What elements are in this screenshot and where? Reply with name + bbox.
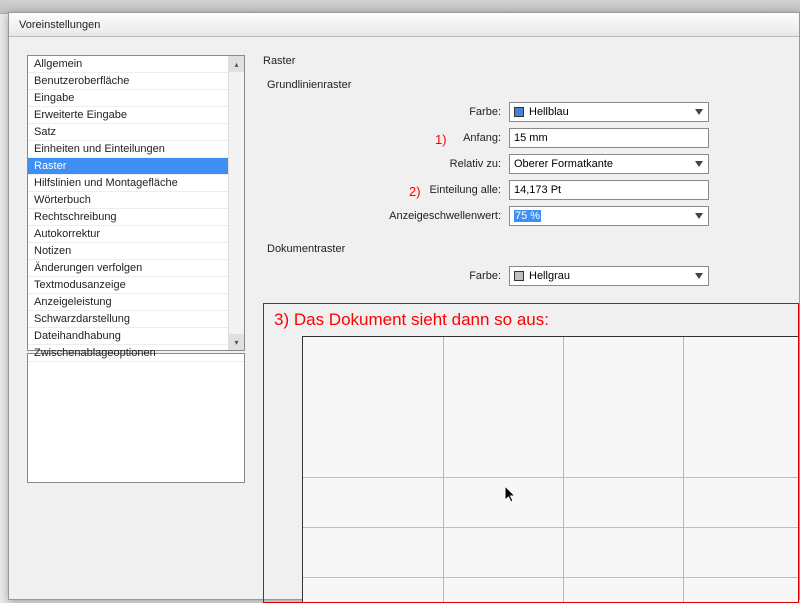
sidebar-item-rechtschreibung[interactable]: Rechtschreibung (28, 209, 244, 226)
sidebar-item-anzeigeleistung[interactable]: Anzeigeleistung (28, 294, 244, 311)
start-label: 1) Anfang: (263, 132, 509, 144)
select-value: 75 % (514, 210, 541, 222)
cursor-icon (505, 486, 519, 507)
baseline-grid-group: Grundlinienraster Farbe: Hellblau 1) Anf… (263, 79, 799, 227)
doc-color-select[interactable]: Hellgrau (509, 266, 709, 286)
main-panel: Raster Grundlinienraster Farbe: Hellblau… (263, 55, 799, 599)
category-list[interactable]: AllgemeinBenutzeroberflächeEingabeErweit… (27, 55, 245, 351)
sidebar-item-eingabe[interactable]: Eingabe (28, 90, 244, 107)
color-label: Farbe: (263, 106, 509, 118)
dialog-titlebar: Voreinstellungen (9, 13, 799, 37)
relative-select[interactable]: Oberer Formatkante (509, 154, 709, 174)
sidebar: AllgemeinBenutzeroberflächeEingabeErweit… (27, 55, 245, 599)
sidebar-item-schwarzdarstellung[interactable]: Schwarzdarstellung (28, 311, 244, 328)
scroll-down-icon[interactable]: ▾ (229, 334, 244, 350)
select-value: Oberer Formatkante (514, 158, 613, 170)
sidebar-item-zwischenablageoptionen[interactable]: Zwischenablageoptionen (28, 345, 244, 362)
sidebar-item-raster[interactable]: Raster (28, 158, 244, 175)
threshold-label: Anzeigeschwellenwert: (263, 210, 509, 222)
sidebar-item-autokorrektur[interactable]: Autokorrektur (28, 226, 244, 243)
baseline-color-select[interactable]: Hellblau (509, 102, 709, 122)
preferences-dialog: Voreinstellungen AllgemeinBenutzeroberfl… (8, 12, 800, 600)
relative-label: Relativ zu: (263, 158, 509, 170)
chevron-down-icon (692, 269, 706, 283)
sidebar-item-satz[interactable]: Satz (28, 124, 244, 141)
document-grid-group: Dokumentraster Farbe: Hellgrau (263, 243, 799, 287)
annotation-2: 2) (409, 184, 421, 199)
select-value: Hellblau (529, 106, 569, 118)
sidebar-item--nderungen-verfolgen[interactable]: Änderungen verfolgen (28, 260, 244, 277)
sidebar-item-erweiterte-eingabe[interactable]: Erweiterte Eingabe (28, 107, 244, 124)
description-box (27, 353, 245, 483)
threshold-select[interactable]: 75 % (509, 206, 709, 226)
sidebar-item-hilfslinien-und-montagefl-che[interactable]: Hilfslinien und Montagefläche (28, 175, 244, 192)
start-input[interactable] (509, 128, 709, 148)
dialog-content: AllgemeinBenutzeroberflächeEingabeErweit… (9, 37, 799, 599)
scroll-up-icon[interactable]: ▴ (229, 56, 244, 72)
sidebar-item-allgemein[interactable]: Allgemein (28, 56, 244, 73)
select-value: Hellgrau (529, 270, 570, 282)
panel-title: Raster (263, 55, 799, 67)
start-field[interactable] (514, 132, 704, 144)
sidebar-item-einheiten-und-einteilungen[interactable]: Einheiten und Einteilungen (28, 141, 244, 158)
chevron-down-icon (692, 209, 706, 223)
baseline-group-label: Grundlinienraster (263, 79, 799, 91)
sidebar-item-w-rterbuch[interactable]: Wörterbuch (28, 192, 244, 209)
color-swatch-icon (514, 107, 524, 117)
document-preview: 3) Das Dokument sieht dann so aus: (263, 303, 799, 603)
dialog-title: Voreinstellungen (19, 19, 100, 31)
doc-group-label: Dokumentraster (263, 243, 799, 255)
increment-field[interactable] (514, 184, 704, 196)
list-scrollbar[interactable]: ▴ ▾ (228, 56, 244, 350)
increment-label: 2) Einteilung alle: (263, 184, 509, 196)
document-page (302, 336, 799, 603)
color-swatch-icon (514, 271, 524, 281)
sidebar-item-notizen[interactable]: Notizen (28, 243, 244, 260)
annotation-3: 3) Das Dokument sieht dann so aus: (274, 310, 549, 330)
sidebar-item-textmodusanzeige[interactable]: Textmodusanzeige (28, 277, 244, 294)
increment-input[interactable] (509, 180, 709, 200)
chevron-down-icon (692, 105, 706, 119)
sidebar-item-dateihandhabung[interactable]: Dateihandhabung (28, 328, 244, 345)
chevron-down-icon (692, 157, 706, 171)
sidebar-item-benutzeroberfl-che[interactable]: Benutzeroberfläche (28, 73, 244, 90)
doc-color-label: Farbe: (263, 270, 509, 282)
annotation-1: 1) (435, 132, 447, 147)
